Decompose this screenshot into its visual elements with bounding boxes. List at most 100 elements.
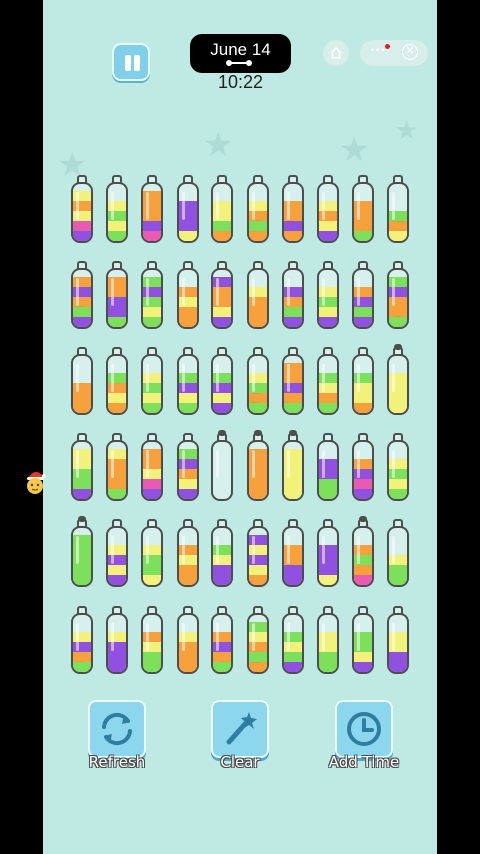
liquid-layer: [354, 317, 372, 327]
liquid-layer: [143, 565, 161, 575]
liquid-layer: [179, 565, 197, 575]
liquid-layer: [249, 307, 267, 317]
bottle[interactable]: [106, 606, 128, 674]
liquid-layer: [73, 565, 91, 575]
liquid-layer: [249, 662, 267, 672]
liquid-layer: [284, 221, 302, 231]
liquid-layer: [389, 221, 407, 231]
bottle[interactable]: [71, 433, 93, 501]
bottle[interactable]: [141, 606, 163, 674]
liquid-layer: [179, 393, 197, 403]
bottle[interactable]: [177, 606, 199, 674]
magic-wand-icon: [226, 712, 257, 745]
bottle[interactable]: [177, 175, 199, 243]
liquid-layer: [319, 221, 337, 231]
liquid-layer: [319, 317, 337, 327]
bottle[interactable]: [106, 261, 128, 329]
bottle[interactable]: [106, 175, 128, 243]
bottle[interactable]: [352, 516, 374, 587]
liquid-layer: [179, 489, 197, 499]
bottle[interactable]: [71, 261, 93, 329]
clock-icon: [347, 712, 381, 746]
bottle[interactable]: [317, 261, 339, 329]
bottle[interactable]: [247, 175, 269, 243]
bottle[interactable]: [211, 347, 233, 415]
bottle[interactable]: [387, 344, 409, 415]
bottle[interactable]: [141, 261, 163, 329]
bottle[interactable]: [352, 261, 374, 329]
bottle[interactable]: [211, 519, 233, 587]
bottle[interactable]: [282, 261, 304, 329]
liquid-layer: [73, 575, 91, 585]
liquid-layer: [73, 307, 91, 317]
bottle[interactable]: [71, 175, 93, 243]
bottle[interactable]: [177, 433, 199, 501]
bottle[interactable]: [387, 175, 409, 243]
bottle[interactable]: [106, 519, 128, 587]
liquid-layer: [354, 403, 372, 413]
bottle[interactable]: [247, 519, 269, 587]
liquid-layer: [319, 479, 337, 489]
liquid-layer: [213, 652, 231, 662]
bottle[interactable]: [352, 606, 374, 674]
bottle-cap: [254, 430, 262, 436]
bottle[interactable]: [387, 433, 409, 501]
liquid-layer: [179, 221, 197, 231]
liquid-layer: [143, 662, 161, 672]
bottle[interactable]: [71, 516, 93, 587]
liquid-layer: [73, 652, 91, 662]
liquid-layer: [284, 307, 302, 317]
liquid-layer: [389, 565, 407, 575]
bottle[interactable]: [282, 175, 304, 243]
bottle[interactable]: [211, 430, 233, 501]
bottle[interactable]: [282, 347, 304, 415]
liquid-layer: [389, 575, 407, 585]
liquid-layer: [319, 652, 337, 662]
liquid-layer: [319, 393, 337, 403]
santa-mascot-icon[interactable]: [24, 469, 46, 495]
bottle[interactable]: [387, 519, 409, 587]
bottle[interactable]: [247, 261, 269, 329]
bottle[interactable]: [247, 347, 269, 415]
bottle[interactable]: [211, 175, 233, 243]
bottle[interactable]: [211, 606, 233, 674]
bottle[interactable]: [71, 606, 93, 674]
bottle[interactable]: [317, 519, 339, 587]
bottle[interactable]: [141, 519, 163, 587]
liquid-layer: [354, 307, 372, 317]
bottle[interactable]: [317, 175, 339, 243]
liquid-layer: [389, 393, 407, 403]
bottle[interactable]: [387, 606, 409, 674]
add-time-button[interactable]: Add Time: [329, 700, 399, 772]
bottle[interactable]: [141, 347, 163, 415]
bottle[interactable]: [317, 347, 339, 415]
liquid-layer: [179, 307, 197, 317]
liquid-layer: [354, 489, 372, 499]
bottle[interactable]: [177, 261, 199, 329]
bottle[interactable]: [141, 433, 163, 501]
bottle[interactable]: [247, 430, 269, 501]
bottle[interactable]: [106, 347, 128, 415]
bottle[interactable]: [71, 347, 93, 415]
bottle[interactable]: [282, 606, 304, 674]
liquid-layer: [319, 575, 337, 585]
bottle[interactable]: [317, 606, 339, 674]
bottle[interactable]: [247, 606, 269, 674]
bottle[interactable]: [141, 175, 163, 243]
liquid-layer: [319, 307, 337, 317]
bottle[interactable]: [211, 261, 233, 329]
refresh-button[interactable]: Refresh: [86, 700, 148, 772]
clear-button[interactable]: Clear: [209, 700, 271, 772]
bottle[interactable]: [387, 261, 409, 329]
bottle[interactable]: [352, 433, 374, 501]
liquid-layer: [284, 565, 302, 575]
bottle[interactable]: [282, 430, 304, 501]
bottle[interactable]: [352, 347, 374, 415]
bottle[interactable]: [106, 433, 128, 501]
bottle[interactable]: [177, 519, 199, 587]
bottle[interactable]: [317, 433, 339, 501]
bottle[interactable]: [282, 519, 304, 587]
bottle[interactable]: [352, 175, 374, 243]
liquid-layer: [249, 403, 267, 413]
bottle[interactable]: [177, 347, 199, 415]
